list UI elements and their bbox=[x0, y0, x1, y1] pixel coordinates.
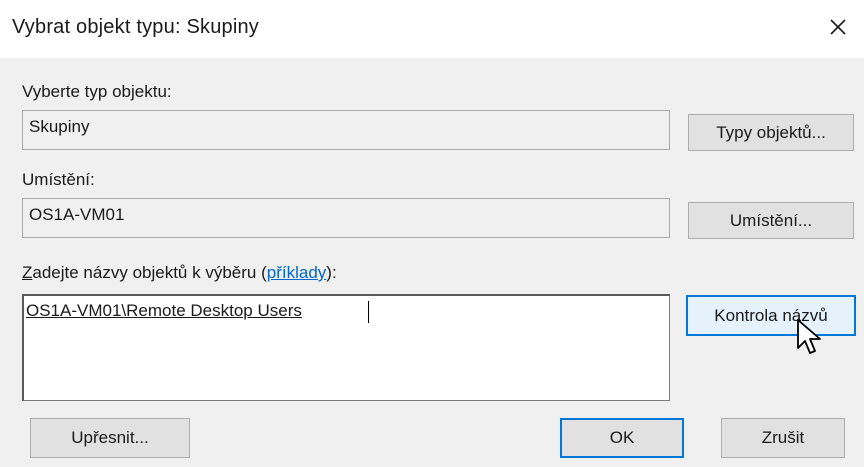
dialog-body: Vyberte typ objektu: Skupiny Typy objekt… bbox=[0, 58, 864, 467]
object-type-label: Vyberte typ objektu: bbox=[22, 82, 172, 101]
examples-link[interactable]: příklady bbox=[267, 263, 327, 282]
names-label-text: adejte názvy objektů k výběru ( bbox=[32, 263, 267, 282]
object-names-value: OS1A-VM01\Remote Desktop Users bbox=[26, 301, 302, 320]
ok-button-label: OK bbox=[609, 428, 635, 447]
object-type-value: Skupiny bbox=[29, 117, 90, 136]
check-names-button[interactable]: Kontrola názvů bbox=[686, 295, 856, 336]
locations-button-label: Umístění... bbox=[729, 210, 813, 230]
close-button[interactable] bbox=[818, 8, 858, 46]
dialog-title: Vybrat objekt typu: Skupiny bbox=[12, 16, 260, 38]
locations-button[interactable]: Umístění... bbox=[688, 202, 854, 239]
cancel-button-label: Zrušit bbox=[761, 428, 805, 447]
names-label: Zadejte názvy objektů k výběru (příklady… bbox=[22, 263, 337, 283]
cancel-button[interactable]: Zrušit bbox=[721, 418, 845, 458]
location-value: OS1A-VM01 bbox=[29, 205, 125, 224]
title-bar: Vybrat objekt typu: Skupiny bbox=[0, 0, 864, 58]
text-caret bbox=[368, 301, 369, 323]
advanced-button-label: Upřesnit... bbox=[71, 428, 149, 447]
location-label: Umístění: bbox=[22, 170, 95, 189]
advanced-button[interactable]: Upřesnit... bbox=[30, 418, 190, 458]
names-label-accelerator: Z bbox=[22, 263, 33, 282]
object-type-field: Skupiny bbox=[22, 110, 670, 150]
names-label-end: ): bbox=[326, 263, 337, 282]
object-types-button[interactable]: Typy objektů... bbox=[688, 114, 854, 151]
mouse-pointer-icon bbox=[797, 319, 821, 354]
select-object-dialog: Vybrat objekt typu: Skupiny Vyberte typ … bbox=[0, 0, 864, 467]
object-types-button-label: Typy objektů... bbox=[716, 122, 826, 142]
ok-button[interactable]: OK bbox=[560, 418, 684, 458]
location-field: OS1A-VM01 bbox=[22, 198, 670, 238]
object-names-input[interactable]: OS1A-VM01\Remote Desktop Users bbox=[22, 294, 670, 401]
close-icon bbox=[830, 19, 846, 35]
